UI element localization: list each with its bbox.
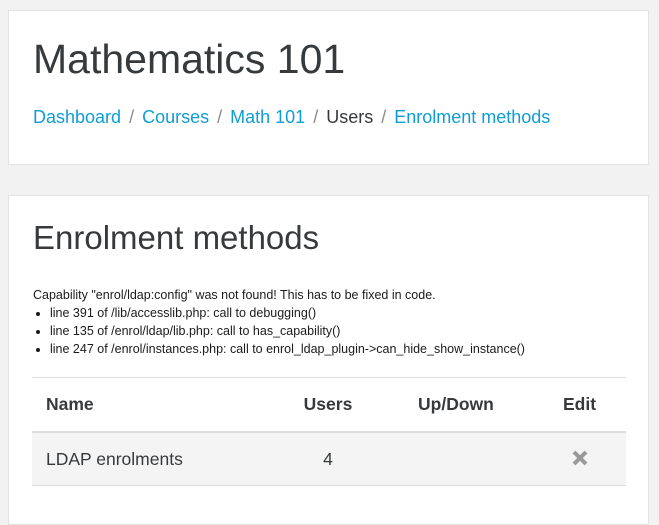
- breadcrumb-enrolment-methods[interactable]: Enrolment methods: [394, 107, 550, 127]
- breadcrumb-math-101[interactable]: Math 101: [230, 107, 305, 127]
- enrolment-methods-table: Name Users Up/Down Edit LDAP enrolments …: [32, 377, 626, 486]
- column-header-edit: Edit: [562, 394, 597, 414]
- course-header-card: Mathematics 101 Dashboard / Courses / Math 1…: [8, 10, 649, 165]
- debug-trace-line: line 247 of /enrol/instances.php: call t…: [50, 340, 633, 358]
- table-row: LDAP enrolments 4: [32, 433, 626, 486]
- breadcrumb-users: Users: [326, 107, 374, 127]
- breadcrumb-separator: /: [217, 107, 223, 127]
- enrolment-method-name: LDAP enrolments: [46, 449, 183, 469]
- section-title: Enrolment methods: [33, 219, 320, 256]
- page-title: Mathematics 101: [33, 36, 346, 82]
- breadcrumb: Dashboard / Courses / Math 101 / Users / Enrolme…: [33, 105, 550, 129]
- breadcrumb-separator: /: [313, 107, 319, 127]
- debug-trace-list: line 391 of /lib/accesslib.php: call to …: [33, 304, 633, 358]
- column-header-name: Name: [46, 394, 94, 414]
- delete-x-icon[interactable]: [570, 448, 590, 468]
- delete-button[interactable]: [552, 433, 607, 485]
- breadcrumb-dashboard[interactable]: Dashboard: [33, 107, 121, 127]
- breadcrumb-separator: /: [129, 107, 135, 127]
- breadcrumb-courses[interactable]: Courses: [142, 107, 209, 127]
- debug-message: Capability "enrol/ldap:config" was not f…: [33, 286, 633, 358]
- debug-trace-line: line 391 of /lib/accesslib.php: call to …: [50, 304, 633, 322]
- main-content-card: Enrolment methods Capability "enrol/ldap…: [8, 195, 649, 525]
- table-header-row: Name Users Up/Down Edit: [32, 378, 626, 433]
- breadcrumb-separator: /: [381, 107, 387, 127]
- column-header-users: Users: [303, 394, 353, 414]
- enrolment-user-count: 4: [323, 449, 333, 469]
- column-header-updown: Up/Down: [418, 394, 494, 414]
- debug-trace-line: line 135 of /enrol/ldap/lib.php: call to…: [50, 322, 633, 340]
- debug-message-text: Capability "enrol/ldap:config" was not f…: [33, 288, 436, 302]
